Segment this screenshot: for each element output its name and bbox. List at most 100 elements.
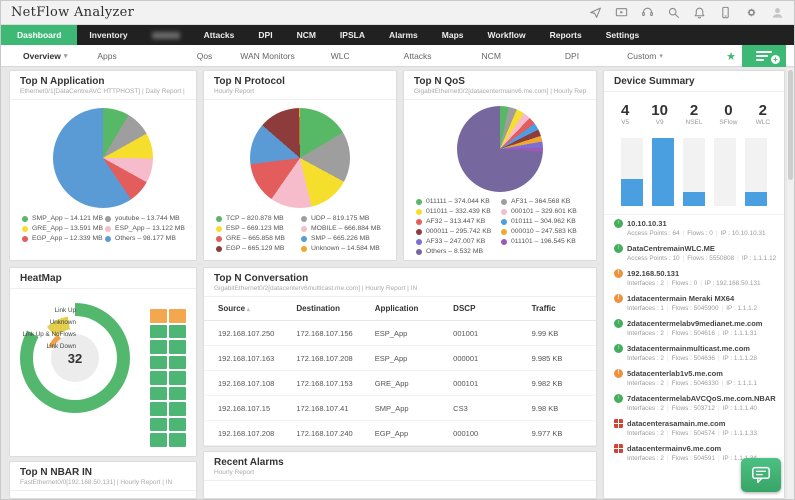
support-icon[interactable] bbox=[641, 6, 654, 19]
device-name-link[interactable]: ! 1datacentermain Meraki MX64 bbox=[614, 294, 774, 303]
table-cell: 9.99 KB bbox=[517, 320, 596, 346]
heatmap-cell[interactable] bbox=[169, 417, 186, 431]
tab-wlc[interactable]: WLC bbox=[331, 51, 350, 61]
tab-qos[interactable]: Qos bbox=[197, 51, 213, 61]
device-name-link[interactable]: ↑ DataCentremainWLC.ME bbox=[614, 244, 774, 253]
table-row[interactable]: 192.168.107.108 172.168.107.153 GRE_App 000… bbox=[204, 370, 596, 396]
device-name-link[interactable]: ! 192.168.50.131 bbox=[614, 269, 774, 278]
legend-item-af31: AF31 – 364.568 KB bbox=[501, 198, 584, 205]
tab-dpi[interactable]: DPI bbox=[565, 51, 579, 61]
legend-color-dot bbox=[501, 238, 507, 245]
video-tour-icon[interactable] bbox=[615, 6, 628, 19]
legend-text: 011101 – 196.545 KB bbox=[511, 238, 576, 245]
heatmap-cell[interactable] bbox=[169, 371, 186, 385]
nav-item-maps[interactable]: Maps bbox=[430, 25, 476, 45]
device-name-link[interactable]: datacenterasamain.me.com bbox=[614, 419, 774, 428]
table-row[interactable]: 192.168.107.15 172.168.107.41 SMP_App CS3 9.… bbox=[204, 395, 596, 421]
heatmap-cell[interactable] bbox=[150, 417, 167, 431]
device-name-link[interactable]: ↑ 2datacentermelabv9medianet.me.com bbox=[614, 319, 774, 328]
vertical-scrollbar[interactable] bbox=[787, 68, 794, 499]
table-cell: 192.168.107.208 bbox=[204, 420, 283, 446]
star-icon[interactable]: ★ bbox=[726, 45, 736, 67]
column-header-traffic[interactable]: Traffic bbox=[517, 297, 596, 321]
chat-support-button[interactable] bbox=[741, 458, 781, 492]
nav-item-alarms[interactable]: Alarms bbox=[377, 25, 430, 45]
legend-item-unknown: Unknown – 14.584 MB bbox=[301, 245, 384, 252]
heatmap-cell[interactable] bbox=[169, 340, 186, 354]
heatmap-cell-grid[interactable] bbox=[150, 309, 186, 447]
legend-color-dot bbox=[216, 225, 222, 232]
bar-nsel[interactable] bbox=[682, 138, 705, 206]
device-list-item: ↑ 2datacentermelabv9medianet.me.com Interf… bbox=[604, 315, 784, 340]
tab-label: Apps bbox=[97, 50, 117, 61]
dashboard-list-add-button[interactable]: + bbox=[742, 45, 786, 67]
device-list-item: ↑ 10.10.10.31 Access Points : 64 | Flows : 0… bbox=[604, 215, 784, 240]
column-header-application[interactable]: Application bbox=[360, 297, 440, 321]
nav-item-attacks[interactable]: Attacks bbox=[192, 25, 247, 45]
table-row[interactable]: 192.168.107.163 172.168.107.208 ESP_App 000… bbox=[204, 345, 596, 371]
heatmap-cell[interactable] bbox=[169, 433, 186, 447]
heatmap-cell[interactable] bbox=[169, 309, 186, 323]
bar-v5[interactable] bbox=[620, 138, 643, 206]
meta-item: IP : 1.1.1.40 bbox=[722, 405, 757, 412]
tab-apps[interactable]: Apps bbox=[97, 51, 116, 61]
device-name-link[interactable]: ↑ 7datacentermelabAVCQoS.me.com.NBAR bbox=[614, 394, 776, 403]
heatmap-cell[interactable] bbox=[150, 371, 167, 385]
nav-item-workflow[interactable]: Workflow bbox=[476, 25, 538, 45]
table-row[interactable]: 192.168.107.250 172.168.107.156 ESP_App 001… bbox=[204, 320, 596, 346]
conversation-table: Source ▴ Destination Application DSCP Traffi… bbox=[204, 297, 596, 446]
nav-item-reports[interactable]: Reports bbox=[538, 25, 594, 45]
tab-label: DPI bbox=[564, 50, 580, 61]
legend-color-dot bbox=[22, 235, 28, 242]
tab-custom[interactable]: Custom ▾ bbox=[627, 51, 663, 61]
bar-fill bbox=[745, 192, 768, 206]
heatmap-cell[interactable] bbox=[150, 355, 167, 369]
heatmap-cell[interactable] bbox=[169, 402, 186, 416]
heatmap-cell[interactable] bbox=[150, 386, 167, 400]
table-row[interactable]: 192.168.107.208 172.168.107.240 EGP_App 000… bbox=[204, 420, 596, 446]
device-name-link[interactable]: ! 5datacenterlab1v5.me.com bbox=[614, 369, 774, 378]
mobile-app-icon[interactable] bbox=[719, 6, 732, 19]
top-n-application-pie-chart[interactable] bbox=[53, 108, 153, 208]
heatmap-cell[interactable] bbox=[169, 324, 186, 338]
nav-item-dashboard[interactable]: Dashboard bbox=[1, 25, 78, 45]
heatmap-cell[interactable] bbox=[150, 309, 167, 323]
search-icon[interactable] bbox=[667, 6, 680, 19]
nav-item-ncm[interactable]: NCM bbox=[285, 25, 328, 45]
top-n-qos-pie-chart[interactable] bbox=[457, 106, 543, 192]
tab-attacks[interactable]: Attacks bbox=[404, 51, 432, 61]
device-status-up-icon: ↑ bbox=[614, 219, 623, 228]
nav-item-ipsla[interactable]: IPSLA bbox=[328, 25, 377, 45]
nav-item-settings[interactable]: Settings bbox=[594, 25, 652, 45]
heatmap-cell[interactable] bbox=[169, 386, 186, 400]
heatmap-cell[interactable] bbox=[150, 433, 167, 447]
nav-item-obscured[interactable] bbox=[140, 25, 192, 45]
heatmap-cell[interactable] bbox=[150, 340, 167, 354]
tab-ncm[interactable]: NCM bbox=[482, 51, 501, 61]
tab-overview[interactable]: Overview ▾ bbox=[23, 51, 67, 61]
heatmap-cell[interactable] bbox=[150, 324, 167, 338]
launch-icon[interactable] bbox=[589, 6, 602, 19]
column-header-destination[interactable]: Destination bbox=[282, 297, 361, 321]
bar-sflow[interactable] bbox=[714, 138, 737, 206]
nav-item-inventory[interactable]: Inventory bbox=[77, 25, 139, 45]
meta-separator: | bbox=[666, 405, 669, 412]
device-name-link[interactable]: ↑ 3datacentermainmulticast.me.com bbox=[614, 344, 774, 353]
user-avatar-icon[interactable] bbox=[771, 6, 784, 19]
heatmap-cell[interactable] bbox=[169, 355, 186, 369]
device-name-link[interactable]: ↑ 10.10.10.31 bbox=[614, 219, 774, 228]
column-header-dscp[interactable]: DSCP bbox=[439, 297, 518, 321]
top-n-protocol-pie-chart[interactable] bbox=[250, 108, 350, 208]
settings-gear-icon[interactable] bbox=[745, 6, 758, 19]
bar-v9[interactable] bbox=[651, 138, 674, 206]
column-header-source[interactable]: Source ▴ bbox=[204, 297, 283, 321]
notifications-bell-icon[interactable] bbox=[693, 6, 706, 19]
device-list: ↑ 10.10.10.31 Access Points : 64 | Flows : 0… bbox=[604, 214, 784, 465]
heatmap-cell[interactable] bbox=[150, 402, 167, 416]
bar-wlc[interactable] bbox=[745, 138, 768, 206]
tab-wan-monitors[interactable]: WAN Monitors bbox=[240, 51, 294, 61]
device-name-link[interactable]: datacentermainv6.me.com bbox=[614, 444, 774, 453]
scrollbar-thumb[interactable] bbox=[788, 70, 793, 180]
device-name-text: 3datacentermainmulticast.me.com bbox=[627, 344, 750, 353]
nav-item-dpi[interactable]: DPI bbox=[246, 25, 284, 45]
